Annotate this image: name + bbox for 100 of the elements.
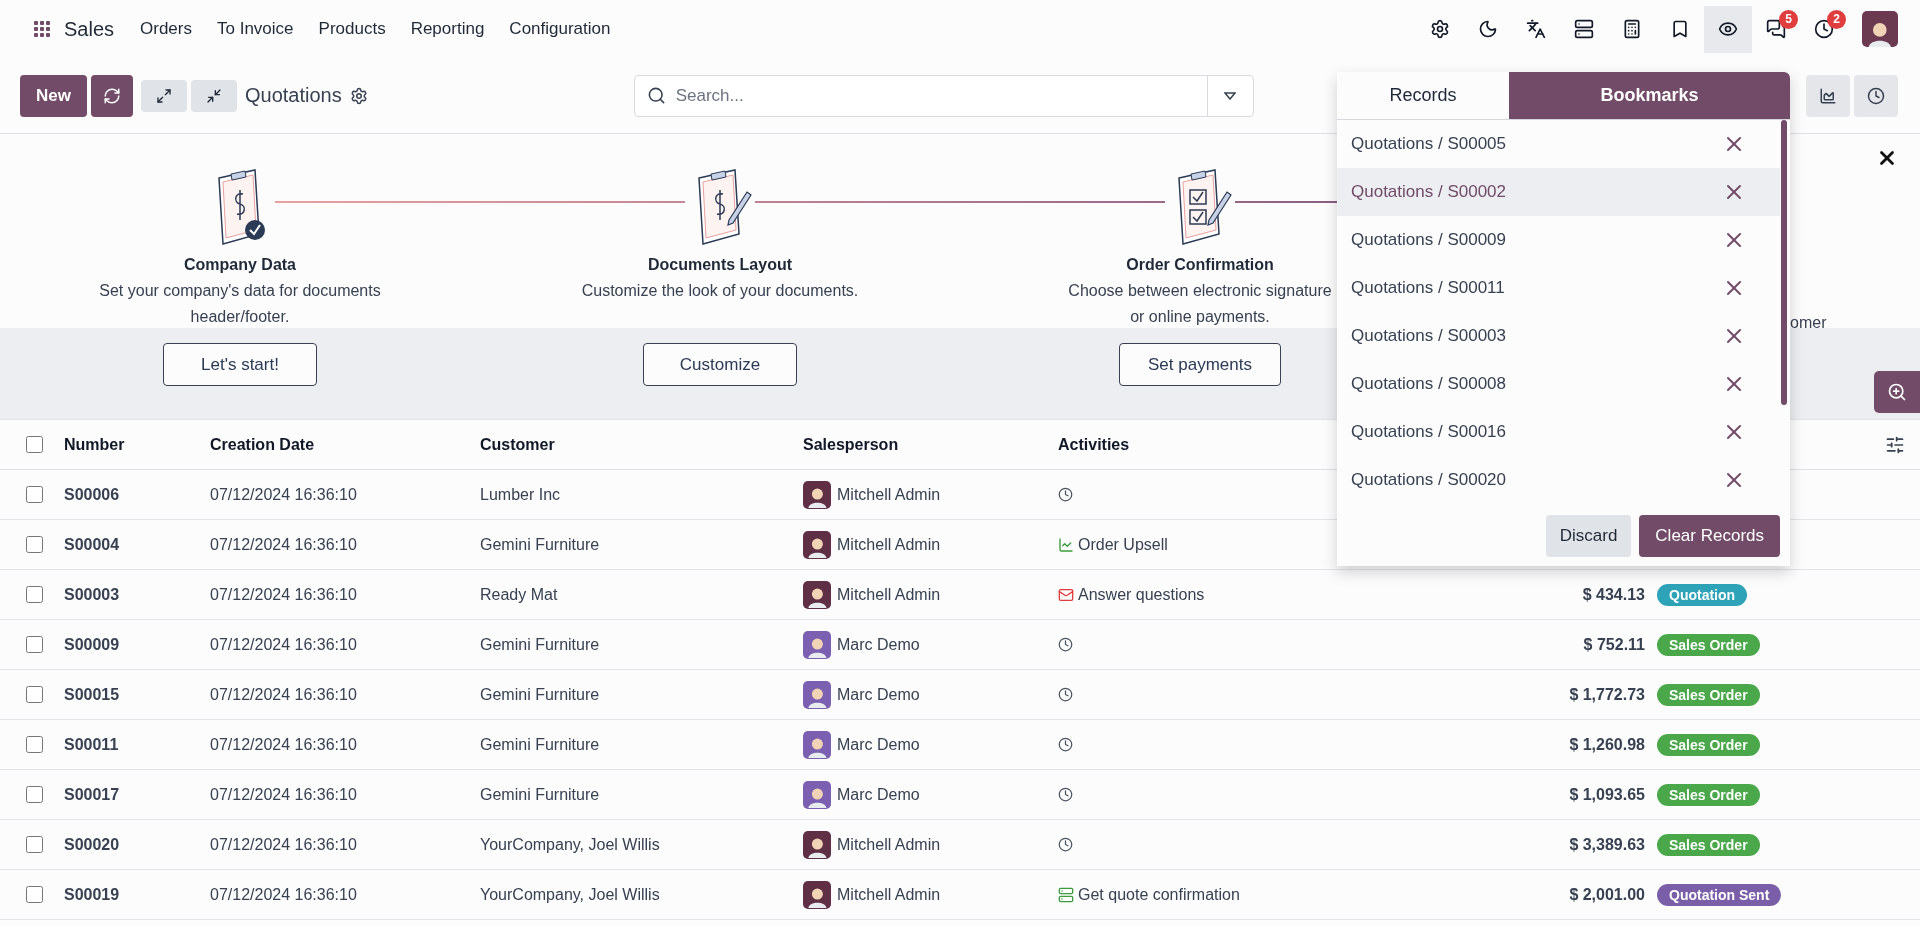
zoom-in-icon[interactable] <box>1887 382 1907 402</box>
table-row[interactable]: S00017 07/12/2024 16:36:10 Gemini Furniture Marc Demo $ 1,093.65 Sales Order <box>0 770 1920 820</box>
clock-icon[interactable] <box>1058 787 1073 802</box>
row-checkbox[interactable] <box>26 836 43 853</box>
bookmark-item[interactable]: Quotations / S00008 <box>1337 360 1780 408</box>
bookmark-item[interactable]: Quotations / S00002 <box>1337 168 1780 216</box>
menu-item[interactable]: Configuration <box>509 19 611 39</box>
column-header[interactable]: Salesperson <box>791 435 1046 454</box>
row-checkbox[interactable] <box>26 586 43 603</box>
status-tag: Sales Order <box>1657 783 1760 806</box>
area-chart-icon[interactable] <box>1819 86 1837 105</box>
total-amount: $ 1,772.73 <box>1568 685 1645 704</box>
clock-icon[interactable] <box>1058 837 1073 852</box>
popover-tab[interactable]: Records <box>1337 72 1509 119</box>
new-button[interactable]: New <box>20 74 87 117</box>
clock-icon[interactable] <box>1058 637 1073 652</box>
bookmark-item[interactable]: Quotations / S00005 <box>1337 120 1780 168</box>
apps-grid-icon[interactable] <box>34 21 50 37</box>
expand-icon[interactable] <box>155 87 172 104</box>
table-row[interactable]: S00003 07/12/2024 16:36:10 Ready Mat Mitchell Admin Answer questions $ 434.13 Quotation <box>0 570 1920 620</box>
clear-records-button[interactable]: Clear Records <box>1639 514 1780 557</box>
total-amount: $ 1,260.98 <box>1568 735 1645 754</box>
clock-icon[interactable] <box>1058 687 1073 702</box>
scrollbar-thumb[interactable] <box>1781 120 1787 405</box>
table-cell-text: 07/12/2024 16:36:10 <box>209 585 358 604</box>
refresh-icon[interactable] <box>102 86 121 105</box>
step-description: Choose between electronic signature or online payments. <box>1068 281 1332 327</box>
step-button[interactable]: Set payments <box>1119 343 1281 386</box>
table-cell-text: S00011 <box>63 735 120 754</box>
step-button[interactable]: Customize <box>643 343 797 386</box>
bookmark-item[interactable]: Quotations / S00003 <box>1337 312 1780 360</box>
row-checkbox[interactable] <box>26 636 43 653</box>
table-row[interactable]: S00019 07/12/2024 16:36:10 YourCompany, Joel Willis Mitchell Admin Get quote confirmation $ 2,001.00 Quotation Sent <box>0 870 1920 920</box>
systray-button[interactable]: 5 <box>1752 5 1800 53</box>
column-header[interactable]: Number <box>52 435 198 454</box>
clock-icon[interactable] <box>1058 737 1073 752</box>
table-cell-text: 07/12/2024 16:36:10 <box>209 735 358 754</box>
column-header[interactable]: Creation Date <box>198 435 468 454</box>
table-cell-text: S00015 <box>63 685 121 704</box>
column-header[interactable]: Customer <box>468 435 791 454</box>
systray-button[interactable] <box>1704 5 1752 53</box>
clock-icon[interactable] <box>1867 86 1885 105</box>
popover-tab[interactable]: Bookmarks <box>1509 72 1790 119</box>
stack-icon[interactable] <box>1058 886 1074 903</box>
refresh-button[interactable] <box>90 74 133 117</box>
search-field[interactable]: Search... <box>633 74 1254 117</box>
row-checkbox[interactable] <box>26 486 43 503</box>
total-amount: $ 434.13 <box>1581 585 1645 604</box>
menu-item[interactable]: To Invoice <box>217 19 294 39</box>
total-amount: $ 752.11 <box>1582 635 1645 654</box>
row-checkbox[interactable] <box>26 536 43 553</box>
salesperson-name: Marc Demo <box>837 685 920 704</box>
table-row[interactable]: S00011 07/12/2024 16:36:10 Gemini Furniture Marc Demo $ 1,260.98 Sales Order <box>0 720 1920 770</box>
table-cell-text: 07/12/2024 16:36:10 <box>209 685 358 704</box>
envelope-icon[interactable] <box>1058 586 1074 603</box>
table-cell-text: Ready Mat <box>479 585 559 604</box>
menu-item[interactable]: Products <box>318 19 386 39</box>
sliders-icon[interactable] <box>1885 434 1905 455</box>
step-title: Company Data <box>184 256 296 274</box>
menu-item[interactable]: Reporting <box>410 19 485 39</box>
collapse-icon[interactable] <box>205 87 222 104</box>
systray-button[interactable]: 2 <box>1800 5 1848 53</box>
activity-label[interactable]: Order Upsell <box>1078 535 1168 554</box>
table-row[interactable]: S00020 07/12/2024 16:36:10 YourCompany, Joel Willis Mitchell Admin $ 3,389.63 Sales Order <box>0 820 1920 870</box>
row-checkbox[interactable] <box>26 886 43 903</box>
activity-view-button[interactable] <box>1854 74 1898 117</box>
status-tag: Sales Order <box>1657 733 1760 756</box>
menu-item[interactable]: Orders <box>140 19 192 39</box>
table-cell-text: S00017 <box>63 785 121 804</box>
table-cell-text: Gemini Furniture <box>479 685 601 704</box>
graph-view-button[interactable] <box>1806 74 1850 117</box>
discard-button[interactable]: Discard <box>1545 514 1632 557</box>
step-button[interactable]: Let's start! <box>163 343 317 386</box>
search-input[interactable]: Search... <box>673 84 1207 107</box>
clock-icon[interactable] <box>1058 487 1073 502</box>
table-cell-text: Gemini Furniture <box>479 785 601 804</box>
user-avatar[interactable] <box>1862 11 1898 47</box>
table-cell-text: Gemini Furniture <box>479 535 601 554</box>
line-chart-icon[interactable] <box>1058 536 1074 553</box>
bookmark-icon <box>1670 19 1690 39</box>
settings-icon[interactable] <box>349 86 368 105</box>
expand-button[interactable] <box>140 79 187 112</box>
table-row[interactable]: S00015 07/12/2024 16:36:10 Gemini Furniture Marc Demo $ 1,772.73 Sales Order <box>0 670 1920 720</box>
row-checkbox[interactable] <box>26 786 43 803</box>
salesperson-name: Marc Demo <box>837 735 920 754</box>
bookmark-item[interactable]: Quotations / S00011 <box>1337 264 1780 312</box>
bookmark-item[interactable]: Quotations / S00016 <box>1337 408 1780 456</box>
row-checkbox[interactable] <box>26 736 43 753</box>
table-cell-text: 07/12/2024 16:36:10 <box>209 785 358 804</box>
row-checkbox[interactable] <box>26 686 43 703</box>
table-cell-text: Gemini Furniture <box>479 735 601 754</box>
activity-label[interactable]: Answer questions <box>1078 585 1205 604</box>
caret-icon[interactable] <box>1224 91 1237 100</box>
table-row[interactable]: S00009 07/12/2024 16:36:10 Gemini Furniture Marc Demo $ 752.11 Sales Order <box>0 620 1920 670</box>
activity-label[interactable]: Get quote confirmation <box>1078 885 1240 904</box>
select-all-checkbox[interactable] <box>26 436 43 453</box>
app-name[interactable]: Sales <box>64 17 115 41</box>
bookmark-item[interactable]: Quotations / S00009 <box>1337 216 1780 264</box>
zoom-button[interactable] <box>1874 371 1920 413</box>
table-cell-text: S00019 <box>63 885 121 904</box>
